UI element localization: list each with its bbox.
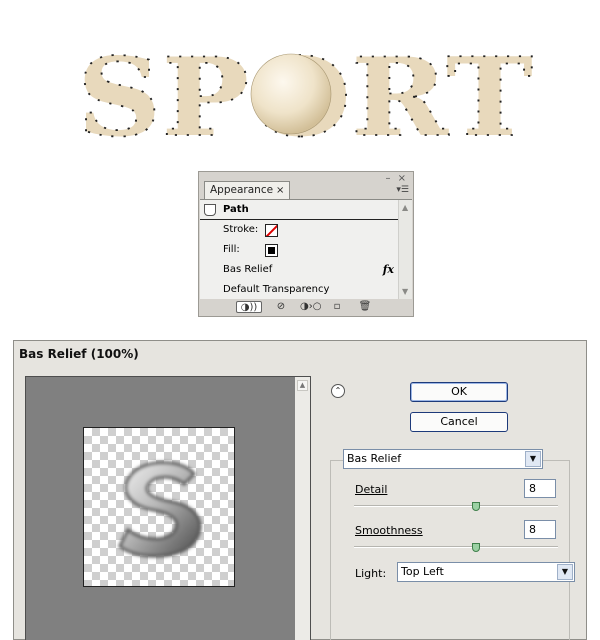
ok-button[interactable]: OK [410,382,508,402]
detail-input[interactable]: 8 [524,479,556,498]
chevron-down-icon[interactable]: ▼ [525,451,541,467]
cancel-button[interactable]: Cancel [410,412,508,432]
scroll-up-icon[interactable]: ▲ [297,380,308,391]
preview-scrollbar[interactable]: ▲ [295,377,310,640]
sport-artwork: SPORT [76,35,534,145]
appearance-row-bas-relief[interactable]: Bas Relief fx [200,260,398,280]
effect-label: Bas Relief [223,264,273,275]
light-select-value: Top Left [401,565,444,578]
trash-icon[interactable]: 🗑 [356,301,374,313]
panel-window-controls[interactable]: – × [385,173,408,184]
close-icon[interactable]: × [276,185,284,196]
preview-canvas [83,427,235,587]
reduce-appearance-icon[interactable]: ◑›○ [300,301,321,313]
transparency-label: Default Transparency [223,284,330,295]
appearance-tab[interactable]: Appearance × [204,181,291,199]
smoothness-label: Smoothness [355,524,423,537]
sport-o-sphere [250,53,332,135]
path-label: Path [223,204,249,215]
collapse-icon[interactable]: ⌃ [331,384,345,398]
relief-s-preview [118,461,202,558]
fill-swatch[interactable] [265,244,278,257]
preview-pane[interactable]: ▲ [25,376,311,640]
filter-settings-group: Bas Relief ▼ Detail 8 Smoothness 8 Light… [330,449,575,640]
light-label: Light: [355,567,387,580]
smoothness-input[interactable]: 8 [524,520,556,539]
appearance-scrollbar[interactable]: ▲ ▼ [398,200,412,299]
smoothness-slider[interactable] [354,546,558,548]
stroke-label: Stroke: [223,224,259,235]
clear-appearance-icon[interactable]: ⊘ [272,301,290,313]
filter-select-value: Bas Relief [347,452,402,465]
detail-slider[interactable] [354,505,558,507]
stroke-none-swatch[interactable] [265,224,278,237]
appearance-tab-label: Appearance [210,184,274,196]
appearance-row-stroke[interactable]: Stroke: [200,220,398,240]
chevron-down-icon[interactable]: ▼ [557,564,573,580]
detail-label: Detail [355,483,388,496]
detail-slider-handle[interactable] [472,502,481,511]
new-art-appearance-icon[interactable]: ◑)) [236,301,262,313]
path-thumbnail [204,204,216,216]
panel-menu-icon[interactable]: ▾☰ [396,185,409,195]
scroll-down-icon[interactable]: ▼ [402,287,408,296]
fx-icon: fx [382,263,394,276]
dialog-title: Bas Relief (100%) [19,347,139,361]
appearance-row-path[interactable]: Path [200,200,398,220]
light-select[interactable]: Top Left ▼ [397,562,575,582]
bas-relief-dialog: Bas Relief (100%) ▲ ⌃ OK Cancel Bas Reli… [13,340,587,640]
appearance-row-fill[interactable]: Fill: [200,240,398,260]
scroll-up-icon[interactable]: ▲ [402,203,408,212]
appearance-row-transparency[interactable]: Default Transparency [200,280,398,300]
appearance-list: Path Stroke: Fill: Bas Relief fx Default… [200,199,412,299]
fill-label: Fill: [223,244,240,255]
appearance-panel: – × Appearance × ▾☰ Path Stroke: Fill: Ba… [198,171,414,317]
duplicate-item-icon[interactable]: ▫ [328,301,346,313]
appearance-toolbar: ◑)) ⊘ ◑›○ ▫ 🗑 [200,299,412,315]
smoothness-slider-handle[interactable] [472,543,481,552]
filter-select[interactable]: Bas Relief ▼ [343,449,543,469]
